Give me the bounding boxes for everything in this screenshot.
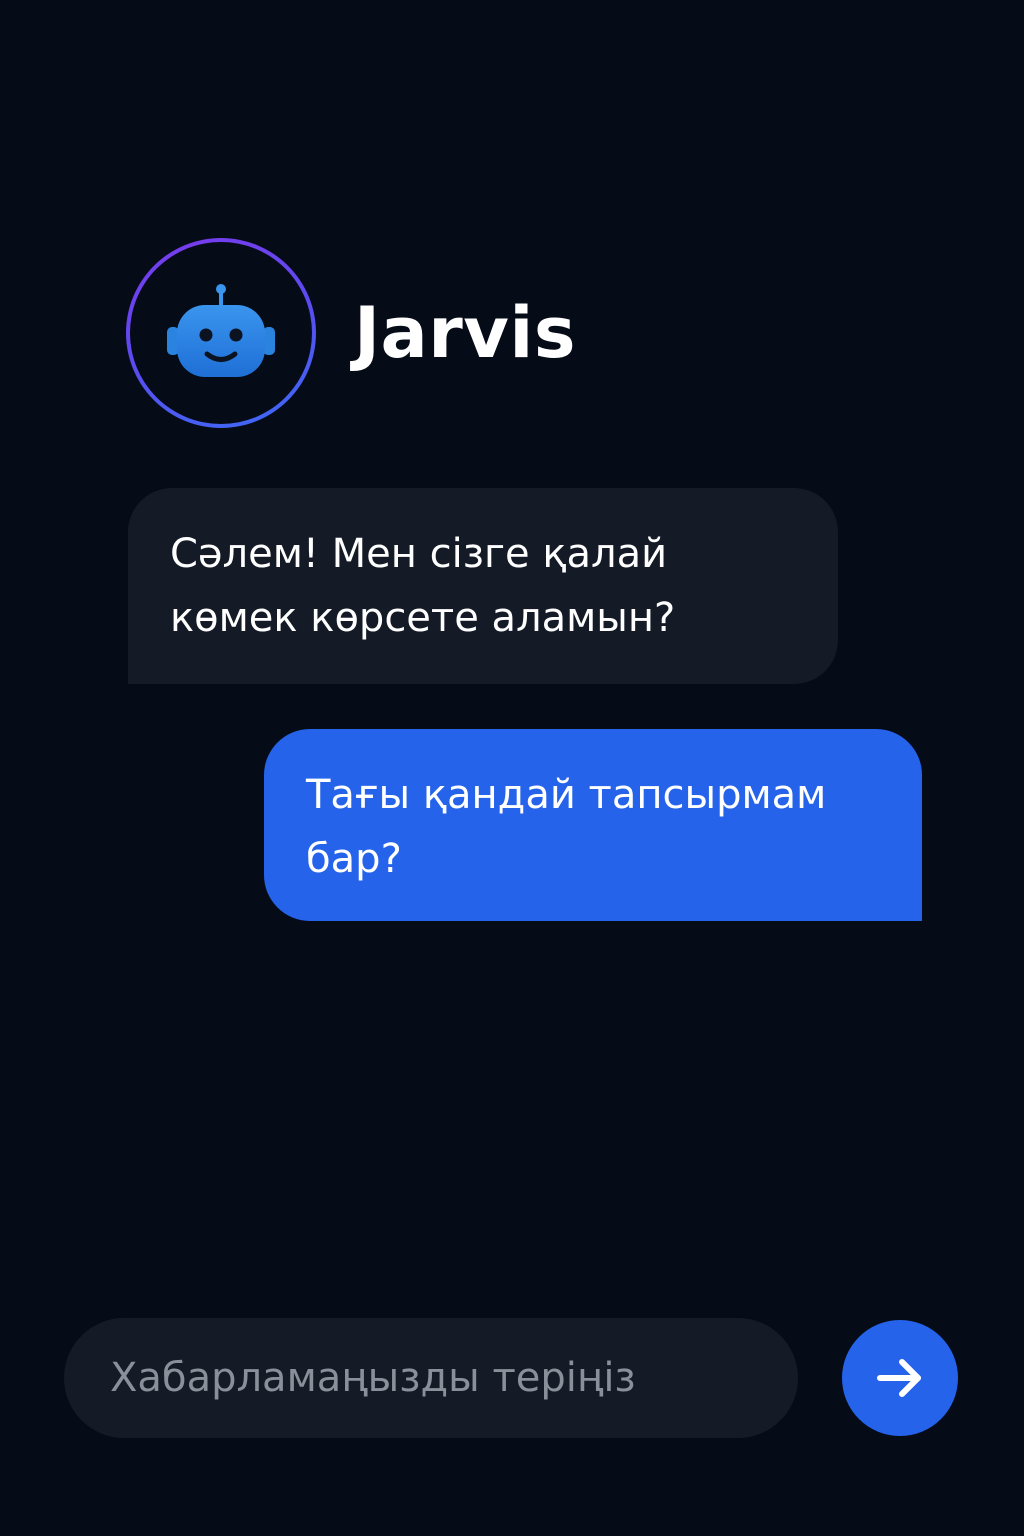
- avatar-inner: [130, 242, 312, 424]
- robot-face-icon: [167, 284, 275, 377]
- message-bubble-bot: Сәлем! Мен сізге қалай көмек көрсете ала…: [128, 488, 838, 684]
- message-bubble-user: Тағы қандай тапсырмам бар?: [264, 729, 922, 921]
- bot-avatar: [126, 238, 316, 428]
- chat-header: Jarvis: [126, 238, 576, 428]
- message-input[interactable]: [64, 1318, 798, 1438]
- chat-screen: Jarvis Сәлем! Мен сізге қалай көмек көрс…: [0, 0, 1024, 1536]
- bot-name: Jarvis: [354, 292, 577, 374]
- arrow-right-icon: [877, 1359, 921, 1397]
- send-button[interactable]: [842, 1320, 958, 1436]
